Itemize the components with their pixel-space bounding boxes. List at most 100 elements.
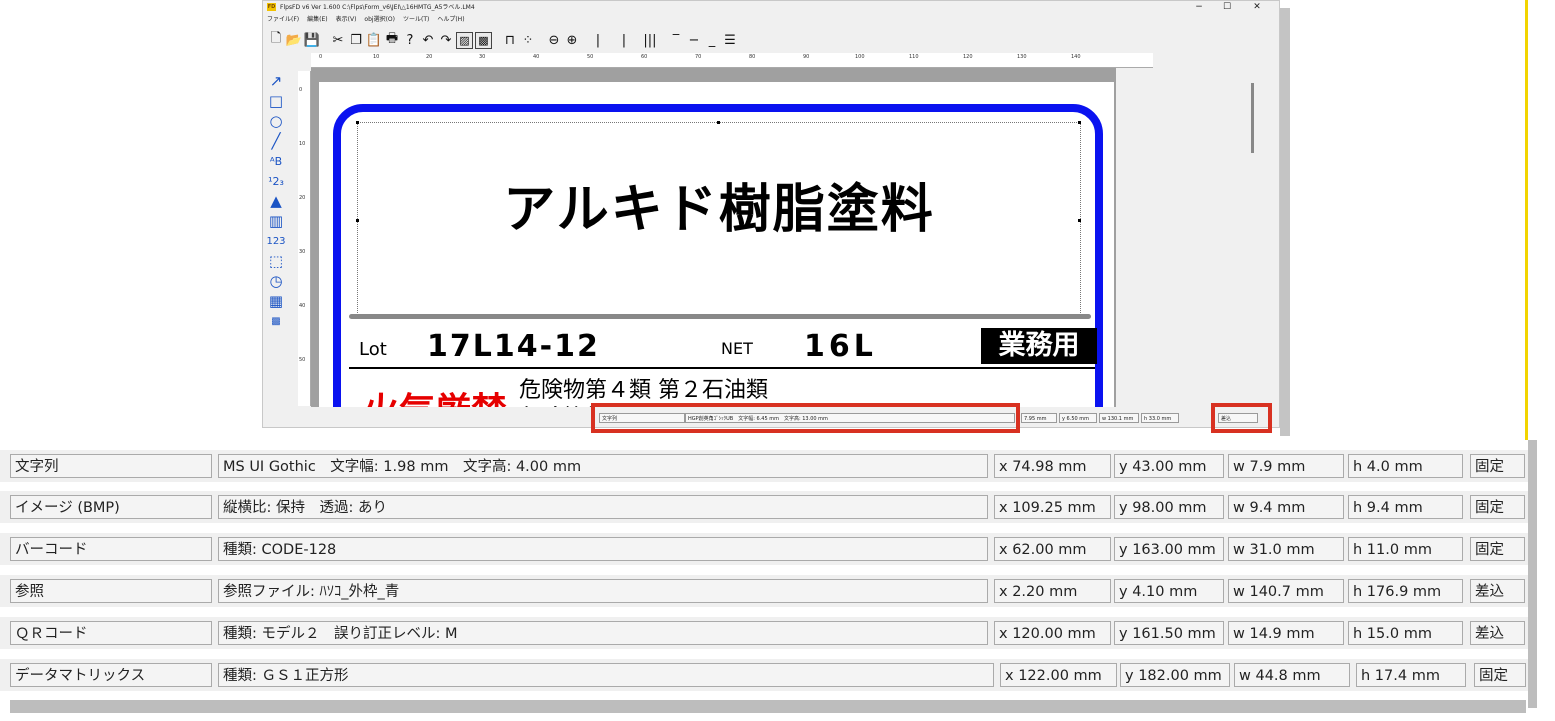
ruler-tick: 120 xyxy=(963,54,973,60)
undo-icon[interactable]: ↶ xyxy=(419,31,437,49)
pattern-light-icon[interactable]: ▨ xyxy=(456,31,473,49)
paste-icon[interactable]: 📋 xyxy=(365,31,383,49)
highlight-box-mode xyxy=(1211,403,1272,433)
barcode-tool-icon[interactable]: ▥ xyxy=(264,211,288,231)
menu-bar: ファイル(F) 編集(E) 表示(V) obj選択(O) ツール(T) ヘルプ(… xyxy=(267,14,465,26)
clock-tool-icon[interactable]: ◷ xyxy=(264,271,288,291)
row-mode: 固定 xyxy=(1470,495,1525,519)
ruler-vertical: 0 10 20 30 40 50 xyxy=(298,71,311,406)
menu-view[interactable]: 表示(V) xyxy=(336,14,357,26)
ruler-tick: 0 xyxy=(299,87,303,93)
menu-help[interactable]: ヘルプ(H) xyxy=(437,14,464,26)
ruler-tick: 30 xyxy=(479,54,486,60)
ruler-horizontal: 0 10 20 30 40 50 60 70 80 90 100 110 120… xyxy=(311,53,1153,68)
accent-edge xyxy=(1525,0,1528,440)
image-tool-icon[interactable]: ▲ xyxy=(264,191,288,211)
resize-handle[interactable] xyxy=(356,121,359,124)
row-x: x 74.98 mm xyxy=(994,454,1111,478)
ruler-tick: 130 xyxy=(1017,54,1027,60)
ruler-tick: 110 xyxy=(909,54,919,60)
line-tool-icon[interactable]: ╱ xyxy=(264,131,288,151)
ruler-tick: 0 xyxy=(319,54,323,60)
text-tool-icon[interactable]: ᴬB xyxy=(264,151,288,171)
row-x: x 120.00 mm xyxy=(994,621,1111,645)
status-row: データマトリックス 種類: ＧＳ１正方形 x 122.00 mm y 182.0… xyxy=(0,659,1528,691)
save-icon[interactable]: 💾 xyxy=(303,31,321,49)
row-h: h 176.9 mm xyxy=(1348,579,1463,603)
net-label: NET xyxy=(721,339,753,358)
menu-tools[interactable]: ツール(T) xyxy=(403,14,429,26)
minimize-button[interactable]: − xyxy=(1188,1,1210,14)
panel-shadow xyxy=(10,700,1526,713)
close-button[interactable]: ✕ xyxy=(1246,1,1268,14)
scrollbar-thumb[interactable] xyxy=(1251,83,1254,153)
resize-handle[interactable] xyxy=(1078,121,1081,124)
ruler-tick: 20 xyxy=(299,195,306,201)
maximize-button[interactable]: ☐ xyxy=(1216,1,1238,14)
row-detail: 種類: CODE-128 xyxy=(218,537,988,561)
ruler-tick: 140 xyxy=(1071,54,1081,60)
menu-edit[interactable]: 編集(E) xyxy=(307,14,327,26)
zoom-in-icon[interactable]: ⊕ xyxy=(563,31,581,49)
ruler-tick: 40 xyxy=(533,54,540,60)
row-y: y 43.00 mm xyxy=(1114,454,1224,478)
row-x: x 109.25 mm xyxy=(994,495,1111,519)
grid-dots-icon[interactable]: ⁘ xyxy=(519,31,537,49)
row-y: y 163.00 mm xyxy=(1114,537,1224,561)
rectangle-tool-icon[interactable]: □ xyxy=(264,91,288,111)
reference-tool-icon[interactable]: ⬚ xyxy=(264,251,288,271)
redo-icon[interactable]: ↷ xyxy=(437,31,455,49)
help-icon[interactable]: ? xyxy=(401,31,419,49)
status-row: 文字列 MS UI Gothic 文字幅: 1.98 mm 文字高: 4.00 … xyxy=(0,450,1528,482)
row-h: h 15.0 mm xyxy=(1348,621,1463,645)
row-h: h 4.0 mm xyxy=(1348,454,1463,478)
zoom-out-icon[interactable]: ⊖ xyxy=(545,31,563,49)
number-tool-icon[interactable]: ¹2₃ xyxy=(264,171,288,191)
cut-icon[interactable]: ✂ xyxy=(329,31,347,49)
app-logo-icon: FD xyxy=(267,3,276,11)
pointer-arrow-icon[interactable]: ↗ xyxy=(264,71,288,91)
qr-code-tool-icon[interactable]: ▦ xyxy=(264,291,288,311)
menu-file[interactable]: ファイル(F) xyxy=(267,14,299,26)
row-x: x 62.00 mm xyxy=(994,537,1111,561)
distribute-vertical-icon[interactable]: ☰ xyxy=(721,31,739,49)
app-window: FD FlpsFD v6 Ver 1.600 C:\Flps\Form_v6\J… xyxy=(262,0,1280,428)
open-folder-icon[interactable]: 📂 xyxy=(285,31,303,49)
print-icon[interactable]: 🖶 xyxy=(383,31,401,49)
divider-line xyxy=(349,314,1091,319)
datamatrix-tool-icon[interactable]: ▩ xyxy=(264,311,288,331)
row-y: y 182.00 mm xyxy=(1120,663,1230,687)
net-value: 16L xyxy=(804,329,877,364)
row-type: バーコード xyxy=(10,537,212,561)
align-left-icon[interactable]: | xyxy=(589,31,607,49)
ellipse-tool-icon[interactable]: ○ xyxy=(264,111,288,131)
pattern-dense-icon[interactable]: ▩ xyxy=(475,31,492,49)
align-middle-icon[interactable]: − xyxy=(685,31,703,49)
row-w: w 140.7 mm xyxy=(1228,579,1344,603)
row-y: y 98.00 mm xyxy=(1114,495,1224,519)
vertical-scrollbar[interactable] xyxy=(1231,71,1279,406)
row-mode: 固定 xyxy=(1474,663,1526,687)
magnet-icon[interactable]: ⊓ xyxy=(501,31,519,49)
ruler-tick: 60 xyxy=(641,54,648,60)
distribute-horizontal-icon[interactable]: ||| xyxy=(641,31,659,49)
resize-handle[interactable] xyxy=(717,121,720,124)
barcode-number-tool-icon[interactable]: 123 xyxy=(264,231,288,251)
design-canvas[interactable]: アルキド樹脂塗料 Lot 17L14-12 NET 16L 業務用 火気厳禁 危… xyxy=(311,68,1116,408)
highlight-box-object-info xyxy=(591,403,1020,433)
align-top-icon[interactable]: ‾ xyxy=(667,31,685,49)
row-h: h 9.4 mm xyxy=(1348,495,1463,519)
row-type: データマトリックス xyxy=(10,663,212,687)
ruler-tick: 40 xyxy=(299,303,306,309)
copy-icon[interactable]: ❐ xyxy=(347,31,365,49)
align-bottom-icon[interactable]: _ xyxy=(703,31,721,49)
status-h: h 33.0 mm xyxy=(1141,413,1179,423)
status-row: バーコード 種類: CODE-128 x 62.00 mm y 163.00 m… xyxy=(0,533,1528,565)
ruler-tick: 20 xyxy=(426,54,433,60)
label-paper: アルキド樹脂塗料 Lot 17L14-12 NET 16L 業務用 火気厳禁 危… xyxy=(319,82,1114,408)
row-w: w 14.9 mm xyxy=(1228,621,1344,645)
align-center-icon[interactable]: | xyxy=(615,31,633,49)
menu-object-select[interactable]: obj選択(O) xyxy=(364,14,395,26)
new-file-icon[interactable]: 🗋 xyxy=(267,31,285,49)
ruler-tick: 30 xyxy=(299,249,306,255)
